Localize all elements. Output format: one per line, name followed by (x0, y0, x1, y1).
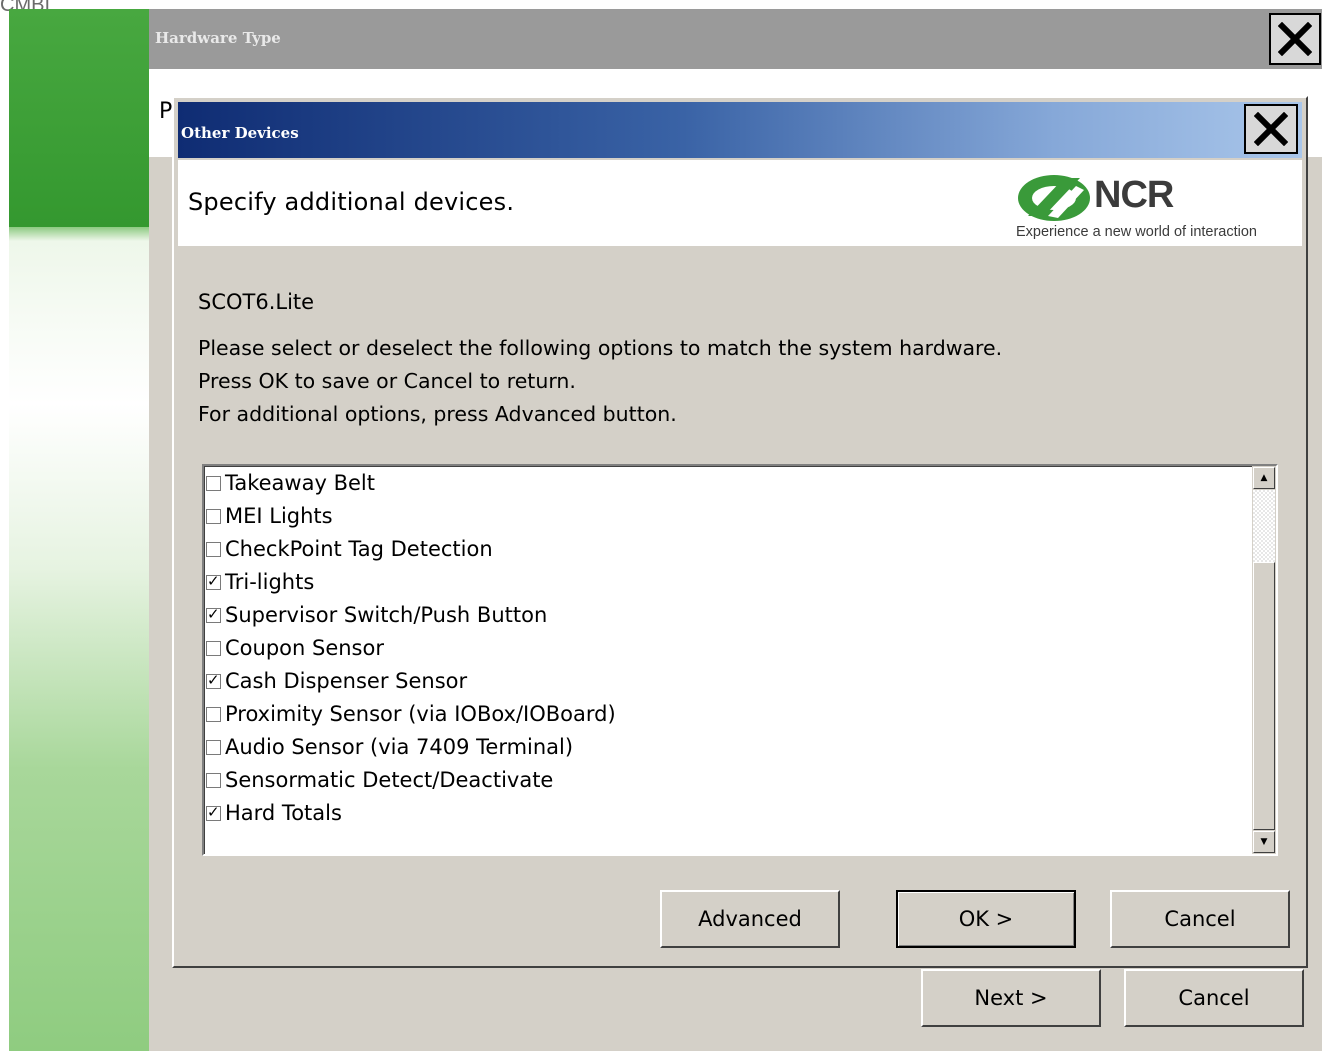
ncr-logo: NCR Experience a new world of interactio… (1014, 170, 1294, 244)
device-label: Proximity Sensor (via IOBox/IOBoard) (225, 702, 616, 726)
instruction-line-1: Please select or deselect the following … (198, 336, 1003, 360)
device-checkbox[interactable] (206, 739, 221, 755)
device-item-checkpoint-tag-detection[interactable]: CheckPoint Tag Detection (206, 534, 493, 564)
other-devices-title: Other Devices (181, 124, 299, 142)
device-label: MEI Lights (225, 504, 333, 528)
device-label: Audio Sensor (via 7409 Terminal) (225, 735, 574, 759)
scroll-down-button[interactable]: ▼ (1253, 831, 1275, 853)
ncr-logo-word: NCR (1094, 174, 1174, 216)
device-checkbox[interactable] (206, 605, 221, 623)
instruction-line-3: For additional options, press Advanced b… (198, 402, 677, 426)
device-checkbox[interactable] (206, 475, 221, 491)
device-item-coupon-sensor[interactable]: Coupon Sensor (206, 633, 384, 663)
device-checkbox[interactable] (206, 508, 221, 524)
cancel-button[interactable]: Cancel (1110, 890, 1290, 948)
scrollbar-thumb[interactable] (1253, 562, 1275, 830)
dialog-header-panel: Specify additional devices. NCR Experien… (178, 160, 1302, 246)
close-x-icon (1278, 22, 1312, 56)
ncr-logo-tagline: Experience a new world of interaction (1016, 224, 1257, 240)
device-list-scrollbar[interactable]: ▲ ▼ (1252, 466, 1276, 854)
background-green-band (9, 9, 149, 227)
device-checkbox[interactable] (206, 572, 221, 590)
ok-button[interactable]: OK > (896, 890, 1076, 948)
dialog-header-text: Specify additional devices. (188, 188, 515, 216)
device-checkbox[interactable] (206, 640, 221, 656)
device-checkbox[interactable] (206, 541, 221, 557)
device-checkbox[interactable] (206, 803, 221, 821)
device-checkbox[interactable] (206, 706, 221, 722)
device-label: Coupon Sensor (225, 636, 384, 660)
hardware-type-title: Hardware Type (155, 29, 281, 47)
other-devices-dialog: Other Devices Specify additional devices… (172, 96, 1308, 968)
device-label: Hard Totals (225, 801, 342, 825)
instruction-line-2: Press OK to save or Cancel to return. (198, 369, 576, 393)
scrollbar-track[interactable] (1253, 490, 1275, 562)
device-checkbox[interactable] (206, 671, 221, 689)
hardware-type-header-text: P (159, 99, 173, 124)
close-x-icon (1254, 112, 1288, 146)
device-checkbox[interactable] (206, 772, 221, 788)
outer-cancel-button[interactable]: Cancel (1124, 969, 1304, 1027)
device-label: Tri-lights (225, 570, 315, 594)
device-item-supervisor-switch[interactable]: Supervisor Switch/Push Button (206, 600, 547, 630)
device-label: Takeaway Belt (225, 471, 375, 495)
model-name: SCOT6.Lite (198, 290, 315, 314)
device-item-proximity-sensor[interactable]: Proximity Sensor (via IOBox/IOBoard) (206, 699, 616, 729)
scroll-up-arrow-icon: ▲ (1260, 473, 1268, 483)
device-label: Cash Dispenser Sensor (225, 669, 468, 693)
device-item-sensormatic[interactable]: Sensormatic Detect/Deactivate (206, 765, 553, 795)
scroll-down-arrow-icon: ▼ (1260, 837, 1268, 847)
device-item-tri-lights[interactable]: Tri-lights (206, 567, 314, 597)
device-item-audio-sensor[interactable]: Audio Sensor (via 7409 Terminal) (206, 732, 573, 762)
device-item-hard-totals[interactable]: Hard Totals (206, 798, 342, 828)
device-label: Sensormatic Detect/Deactivate (225, 768, 554, 792)
device-item-cash-dispenser-sensor[interactable]: Cash Dispenser Sensor (206, 666, 467, 696)
advanced-button[interactable]: Advanced (660, 890, 840, 948)
device-label: Supervisor Switch/Push Button (225, 603, 548, 627)
device-item-mei-lights[interactable]: MEI Lights (206, 501, 333, 531)
hardware-type-titlebar: Hardware Type (149, 9, 1322, 69)
next-button[interactable]: Next > (921, 969, 1101, 1027)
device-label: CheckPoint Tag Detection (225, 537, 493, 561)
scroll-up-button[interactable]: ▲ (1253, 467, 1275, 489)
hardware-type-close-button[interactable] (1269, 13, 1321, 65)
device-list[interactable]: Takeaway Belt MEI Lights CheckPoint Tag … (202, 464, 1278, 856)
ncr-logo-mark-icon (1018, 175, 1090, 221)
other-devices-close-button[interactable] (1244, 104, 1298, 154)
device-item-takeaway-belt[interactable]: Takeaway Belt (206, 468, 375, 498)
other-devices-titlebar: Other Devices (178, 102, 1302, 158)
